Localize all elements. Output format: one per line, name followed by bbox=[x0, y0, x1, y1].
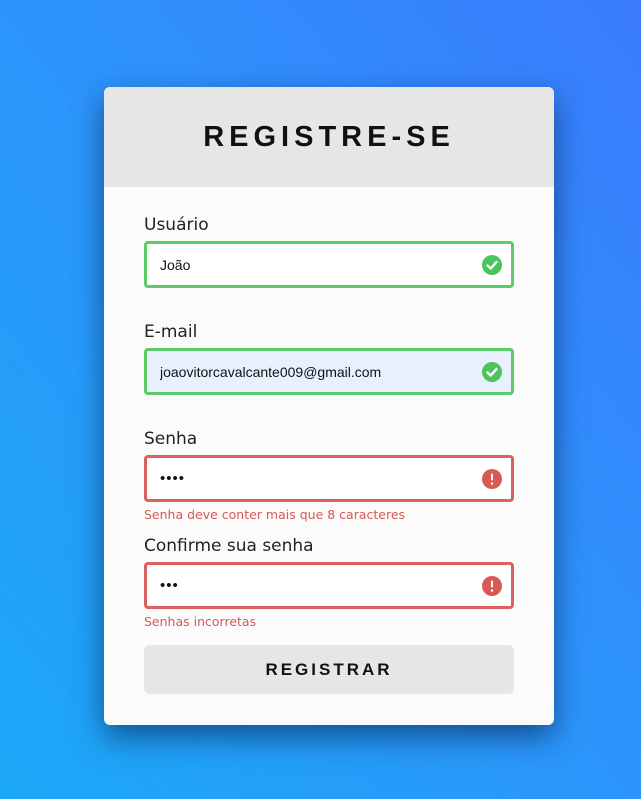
password-input-wrapper bbox=[144, 455, 514, 502]
confirm-password-input[interactable] bbox=[147, 565, 511, 606]
exclamation-circle-icon bbox=[482, 575, 502, 596]
username-input-wrapper bbox=[144, 241, 514, 288]
email-label: E-mail bbox=[144, 322, 198, 342]
password-error-message: Senha deve conter mais que 8 caracteres bbox=[144, 507, 406, 522]
check-circle-icon bbox=[482, 361, 502, 382]
register-card: REGISTRE-SE Usuário E-mail Senha bbox=[104, 87, 554, 725]
password-input[interactable] bbox=[147, 458, 511, 499]
password-field-group: Senha Senha deve conter mais que 8 carac… bbox=[144, 427, 514, 522]
email-input-wrapper bbox=[144, 348, 514, 395]
check-circle-icon bbox=[482, 254, 502, 275]
email-input[interactable] bbox=[147, 351, 511, 392]
card-header: REGISTRE-SE bbox=[104, 87, 554, 187]
confirm-password-input-wrapper bbox=[144, 562, 514, 609]
register-button[interactable]: REGISTRAR bbox=[144, 645, 514, 694]
username-input[interactable] bbox=[147, 244, 511, 285]
exclamation-circle-icon bbox=[482, 468, 502, 489]
email-field-group: E-mail bbox=[144, 320, 514, 395]
confirm-password-label: Confirme sua senha bbox=[144, 536, 314, 556]
confirm-password-field-group: Confirme sua senha Senhas incorretas bbox=[144, 534, 514, 629]
confirm-password-error-message: Senhas incorretas bbox=[144, 614, 257, 629]
username-label: Usuário bbox=[144, 215, 209, 235]
page-title: REGISTRE-SE bbox=[203, 120, 455, 153]
password-label: Senha bbox=[144, 429, 198, 449]
username-field-group: Usuário bbox=[144, 213, 514, 288]
